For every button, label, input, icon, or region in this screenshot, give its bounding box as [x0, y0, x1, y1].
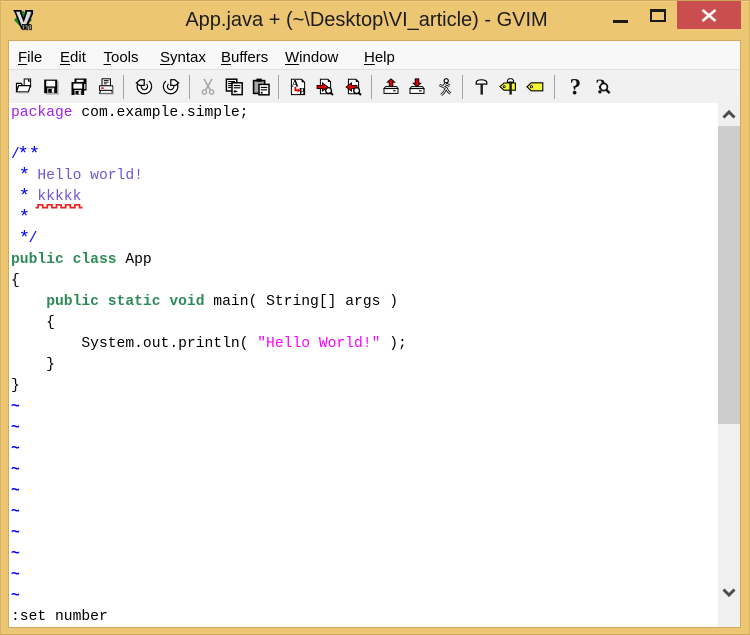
svg-text:?: ?	[570, 74, 582, 99]
svg-text:B: B	[299, 88, 306, 96]
